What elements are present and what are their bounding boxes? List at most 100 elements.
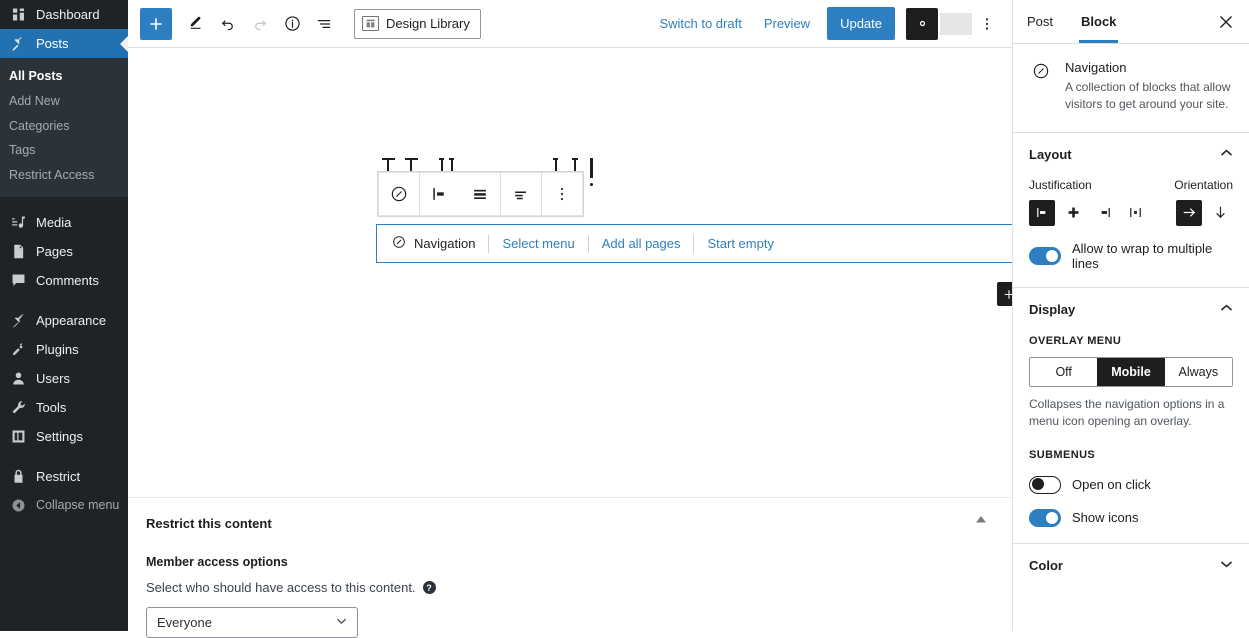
wordpress-block-editor: Dashboard Posts All Posts Add New Catego… [0, 0, 1249, 638]
restrict-description-text: Select who should have access to this co… [146, 580, 416, 595]
layout-control-labels: Justification Orientation [1029, 178, 1233, 192]
layout-section: Layout Justification Orientation Allow t… [1013, 133, 1249, 288]
appearance-icon [9, 311, 27, 329]
sidebar-item-tools[interactable]: Tools [0, 393, 128, 422]
color-section: Color [1013, 544, 1249, 589]
editor-canvas[interactable]: Navigation Select menu Add all pages Sta… [128, 48, 1012, 497]
submenu-item-add-new[interactable]: Add New [0, 89, 128, 114]
add-block-button[interactable] [140, 7, 172, 40]
preview-button[interactable]: Preview [753, 8, 821, 40]
media-icon [9, 213, 27, 231]
sidebar-item-dashboard[interactable]: Dashboard [0, 0, 128, 29]
block-info-text: Navigation A collection of blocks that a… [1065, 60, 1233, 114]
sidebar-item-label: Appearance [36, 312, 107, 328]
justify-space-between-icon[interactable] [1122, 200, 1148, 226]
design-library-label: Design Library [386, 16, 470, 31]
settings-icon [9, 427, 27, 445]
justify-left-button[interactable] [420, 173, 460, 215]
more-options-button[interactable] [972, 8, 1002, 40]
navigation-block-icon-button[interactable] [379, 173, 419, 215]
sidebar-item-plugins[interactable]: Plugins [0, 335, 128, 364]
submenu-item-tags[interactable]: Tags [0, 138, 128, 163]
sidebar-item-comments[interactable]: Comments [0, 266, 128, 295]
avatar [940, 12, 972, 35]
restrict-panel-collapse-button[interactable] [974, 512, 988, 528]
member-access-select-value: Everyone [157, 615, 212, 630]
sidebar-item-users[interactable]: Users [0, 364, 128, 393]
start-empty-link[interactable]: Start empty [707, 236, 773, 251]
close-sidebar-button[interactable] [1209, 5, 1243, 39]
help-icon[interactable]: ? [422, 581, 436, 594]
wrap-toggle[interactable] [1029, 246, 1061, 265]
overlay-option-always[interactable]: Always [1164, 357, 1232, 386]
member-access-options-label: Member access options [146, 555, 288, 569]
tab-block[interactable]: Block [1067, 0, 1130, 43]
undo-button[interactable] [212, 8, 244, 40]
switch-to-draft-button[interactable]: Switch to draft [648, 8, 752, 40]
editor-main: Design Library Switch to draft Preview U… [128, 0, 1012, 638]
layout-section-title: Layout [1029, 146, 1072, 162]
justification-label: Justification [1029, 177, 1092, 192]
menu-separator [0, 197, 128, 208]
justify-left-icon[interactable] [1029, 199, 1055, 226]
submenu-item-categories[interactable]: Categories [0, 114, 128, 139]
tab-post[interactable]: Post [1013, 0, 1067, 43]
justify-right-icon[interactable] [1091, 200, 1117, 226]
block-appender-button[interactable] [997, 282, 1012, 306]
sidebar-item-posts[interactable]: Posts [0, 29, 128, 58]
update-button[interactable]: Update [827, 7, 895, 40]
restrict-panel-title: Restrict this content [146, 516, 272, 531]
chevron-down-icon [1220, 559, 1233, 571]
sidebar-item-settings[interactable]: Settings [0, 422, 128, 451]
block-toolbar [378, 172, 583, 216]
text-align-button[interactable] [501, 173, 541, 215]
add-all-pages-link[interactable]: Add all pages [602, 236, 681, 251]
pin-icon [9, 35, 27, 53]
submenu-item-restrict-access[interactable]: Restrict Access [0, 163, 128, 188]
redo-button[interactable] [244, 8, 276, 40]
justify-center-icon[interactable] [1060, 200, 1086, 226]
sidebar-item-label: Comments [36, 272, 99, 288]
pages-icon [9, 242, 27, 260]
overlay-option-off[interactable]: Off [1030, 357, 1098, 386]
submenu-item-all-posts[interactable]: All Posts [0, 64, 128, 89]
sidebar-item-label: Plugins [36, 341, 79, 357]
open-on-click-row: Open on click [1029, 475, 1233, 494]
sidebar-item-media[interactable]: Media [0, 208, 128, 237]
layout-section-header[interactable]: Layout [1029, 147, 1233, 162]
chevron-up-icon [1220, 148, 1233, 160]
header-actions: Switch to draft Preview Update [648, 7, 1002, 40]
sidebar-item-pages[interactable]: Pages [0, 237, 128, 266]
orientation-horizontal-icon[interactable] [1176, 199, 1202, 226]
sidebar-item-restrict[interactable]: Restrict [0, 462, 128, 491]
show-icons-toggle[interactable] [1029, 508, 1061, 527]
settings-gear-button[interactable] [906, 7, 938, 40]
show-icons-row: Show icons [1029, 508, 1233, 527]
block-options-group [542, 173, 582, 215]
edit-tool-button[interactable] [180, 8, 212, 40]
align-button[interactable] [460, 173, 500, 215]
justification-group [1029, 199, 1148, 226]
orientation-group [1176, 199, 1233, 226]
color-section-header[interactable]: Color [1029, 558, 1233, 573]
navigation-label-text: Navigation [414, 236, 476, 251]
sidebar-item-collapse-menu[interactable]: Collapse menu [0, 491, 128, 520]
plugins-icon [9, 340, 27, 358]
design-library-button[interactable]: Design Library [354, 8, 481, 39]
orientation-vertical-icon[interactable] [1207, 200, 1233, 226]
sidebar-item-appearance[interactable]: Appearance [0, 306, 128, 335]
navigation-placeholder-label: Navigation [391, 234, 475, 253]
select-menu-link[interactable]: Select menu [502, 236, 574, 251]
overlay-menu-segmented-control: Off Mobile Always [1029, 356, 1233, 387]
sidebar-item-label: Dashboard [36, 7, 100, 22]
display-section-header[interactable]: Display [1029, 302, 1233, 317]
overlay-option-mobile[interactable]: Mobile [1097, 357, 1165, 386]
open-on-click-toggle[interactable] [1029, 475, 1061, 494]
navigation-block-placeholder[interactable]: Navigation Select menu Add all pages Sta… [376, 224, 1012, 263]
list-view-button[interactable] [308, 8, 340, 40]
block-options-button[interactable] [542, 173, 582, 215]
settings-sidebar: Post Block Navigation A collection of bl… [1012, 0, 1249, 631]
posts-submenu: All Posts Add New Categories Tags Restri… [0, 58, 128, 197]
details-button[interactable] [276, 8, 308, 40]
member-access-select[interactable]: Everyone [146, 607, 358, 638]
